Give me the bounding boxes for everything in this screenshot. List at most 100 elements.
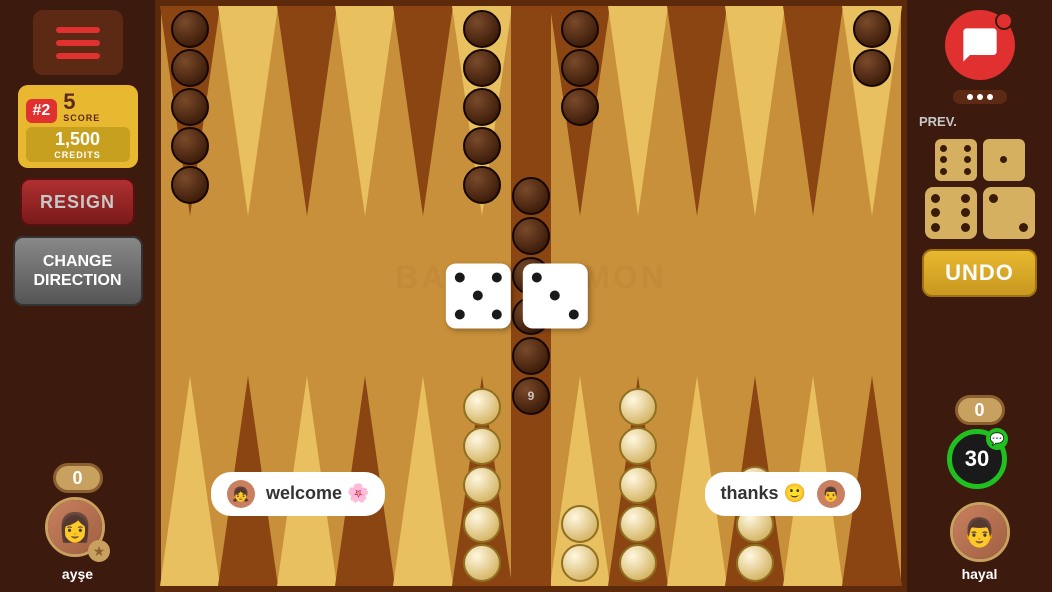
triangle-16 <box>335 6 395 216</box>
score-value: 5 <box>63 91 75 113</box>
checker-5-3 <box>619 466 657 504</box>
pd1-6 <box>964 168 971 175</box>
cd1-3 <box>931 208 940 217</box>
cd1-6 <box>961 223 970 232</box>
dot-2-3 <box>569 309 579 319</box>
pd2-e4 <box>987 155 994 162</box>
dot-2-e4 <box>565 288 575 298</box>
cd1-e3 <box>944 221 953 230</box>
triangle-21 <box>667 6 727 216</box>
point-23[interactable] <box>784 6 842 284</box>
backgammon-board[interactable]: BACKGAMMONSTARS <box>161 6 901 586</box>
pd2-e6 <box>987 166 994 173</box>
prev-die-2 <box>983 139 1025 181</box>
point-16[interactable] <box>336 6 394 284</box>
credits-block: 1,500 CREDITS <box>26 127 130 162</box>
more-dot-2 <box>977 94 983 100</box>
cd2-1 <box>989 194 998 203</box>
checker-18-4 <box>463 127 501 165</box>
point-13[interactable] <box>161 6 219 284</box>
checker-7-5 <box>463 388 501 426</box>
more-dot-3 <box>987 94 993 100</box>
triangle-14 <box>218 6 278 216</box>
checker-5-4 <box>619 427 657 465</box>
checker-13-1 <box>171 10 209 48</box>
checker-19-2 <box>561 49 599 87</box>
current-dice-container <box>925 187 1035 239</box>
pd2-e7 <box>998 166 1005 173</box>
board-wrapper: BACKGAMMONSTARS <box>155 0 907 592</box>
change-direction-label: CHANGE DIRECTION <box>21 252 135 290</box>
checker-7-2 <box>463 505 501 543</box>
cd2-e6 <box>988 221 997 230</box>
checker-18-2 <box>463 49 501 87</box>
checker-13-2 <box>171 49 209 87</box>
top-right-points <box>551 6 901 284</box>
checker-6-1 <box>561 544 599 582</box>
bottom-left-area: 0 👩 ★ ayşe <box>45 463 110 582</box>
center-checker-5 <box>512 337 550 375</box>
prev-die-1 <box>935 139 977 181</box>
undo-button[interactable]: UNDO <box>922 249 1037 297</box>
triangle-15 <box>277 6 337 216</box>
resign-label: RESIGN <box>40 192 115 213</box>
triangle-22 <box>725 6 785 216</box>
cd1-2 <box>961 194 970 203</box>
more-button[interactable] <box>953 90 1007 104</box>
resign-button[interactable]: RESIGN <box>20 178 135 226</box>
board-mid-right <box>551 284 901 307</box>
point-24[interactable] <box>843 6 901 284</box>
checkers-24 <box>853 10 891 87</box>
point-19[interactable] <box>551 6 609 284</box>
pd1-2 <box>964 145 971 152</box>
pd1-e1 <box>950 143 957 150</box>
left-player-star-badge: ★ <box>88 540 110 562</box>
cd2-e3 <box>988 207 997 216</box>
checker-13-4 <box>171 127 209 165</box>
dot-2-2 <box>550 291 560 301</box>
right-player-avatar-image: 👨 <box>953 505 1007 559</box>
checker-24-1 <box>853 10 891 48</box>
dot-2-e5 <box>529 306 539 316</box>
checker-19-3 <box>561 88 599 126</box>
right-player-avatar-container: 30 💬 <box>947 429 1012 494</box>
dot-2-e6 <box>547 306 557 316</box>
menu-line-1 <box>56 27 100 33</box>
chat-icon-button[interactable] <box>945 10 1015 80</box>
triangle-20 <box>608 6 668 216</box>
pd2-e3 <box>1010 143 1017 150</box>
point-15[interactable] <box>278 6 336 284</box>
right-player-score: 0 <box>955 395 1005 425</box>
chat-right-avatar: 👨 <box>817 480 845 508</box>
left-panel: #2 5 SCORE 1,500 CREDITS RESIGN CHANGE D… <box>0 0 155 592</box>
right-panel: PREV. <box>907 0 1052 592</box>
center-checker-2 <box>512 217 550 255</box>
checkers-6 <box>561 505 599 582</box>
point-17[interactable] <box>394 6 452 284</box>
right-player-avatar: 👨 <box>950 502 1010 562</box>
score-label: SCORE <box>63 113 100 123</box>
cd1-4 <box>961 208 970 217</box>
player-info: #2 5 SCORE 1,500 CREDITS <box>18 85 138 168</box>
chat-right-message: thanks 🙂 <box>721 483 806 503</box>
dot-1-e4 <box>470 306 480 316</box>
checker-18-5 <box>463 166 501 204</box>
cd2-e7 <box>1002 221 1011 230</box>
timer-chat-icon: 💬 <box>986 428 1008 450</box>
chat-left-avatar: 👧 <box>227 480 255 508</box>
menu-button[interactable] <box>33 10 123 75</box>
point-14[interactable] <box>219 6 277 284</box>
point-22[interactable] <box>726 6 784 284</box>
center-checker-1 <box>512 177 550 215</box>
checker-7-3 <box>463 466 501 504</box>
left-player-avatar-container: 👩 ★ <box>45 497 110 562</box>
dot-2-e3 <box>529 288 539 298</box>
point-20[interactable] <box>609 6 667 284</box>
change-direction-button[interactable]: CHANGE DIRECTION <box>13 236 143 306</box>
point-21[interactable] <box>668 6 726 284</box>
checkers-7 <box>463 388 501 582</box>
triangle-17 <box>393 6 453 216</box>
dot-1-e2 <box>452 288 462 298</box>
prev-dice-label: PREV. <box>915 114 957 129</box>
point-18[interactable] <box>453 6 511 284</box>
